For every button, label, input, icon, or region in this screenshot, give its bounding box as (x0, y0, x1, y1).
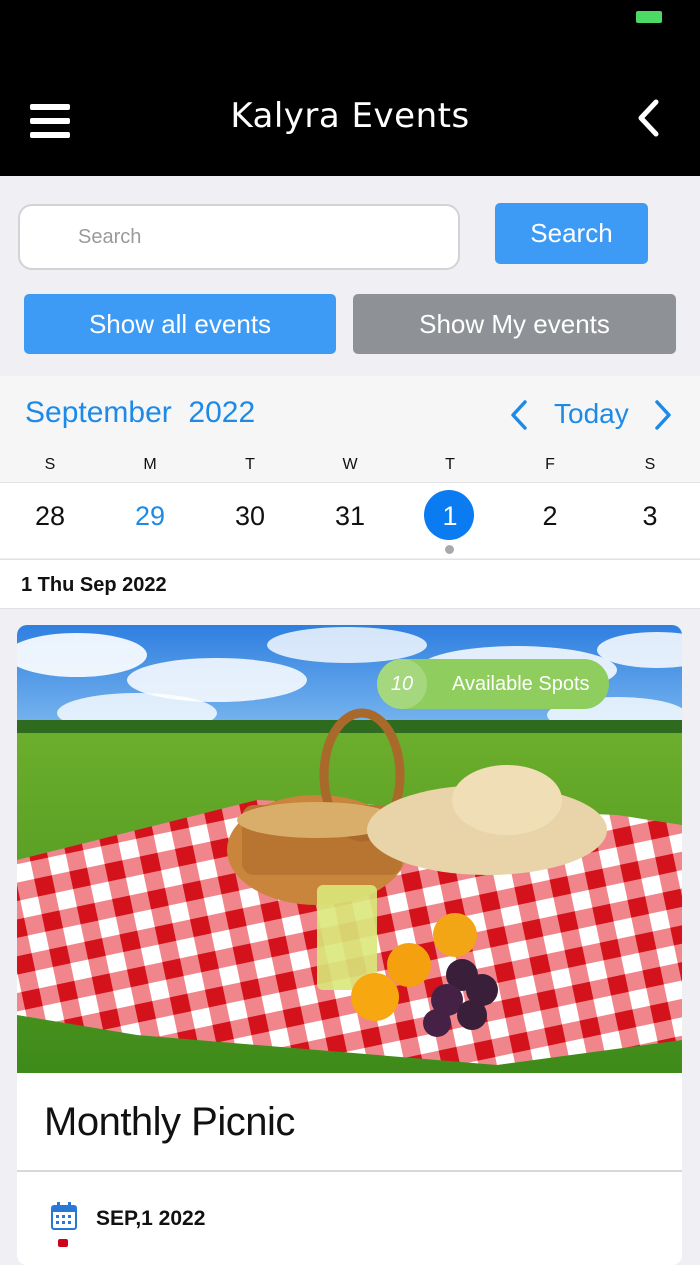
weekday-label: T (445, 456, 455, 473)
show-all-events-button[interactable]: Show all events (24, 294, 336, 354)
calendar-header: September 2022 Today S M T W T F S (0, 376, 700, 482)
calendar-day[interactable]: 31 (300, 483, 400, 559)
battery-icon (636, 11, 662, 23)
weekday-label: W (342, 456, 358, 473)
weekday-label: M (143, 456, 157, 473)
chevron-right-icon (655, 400, 671, 430)
weekday-label: S (44, 456, 56, 473)
back-button[interactable] (630, 96, 670, 140)
spots-label: Available Spots (452, 673, 590, 695)
event-indicator-dot (445, 545, 454, 554)
calendar-icon (51, 1202, 77, 1230)
search-input[interactable] (18, 204, 460, 270)
event-title: Monthly Picnic (44, 1100, 295, 1144)
calendar-month-label: September 2022 (25, 396, 256, 429)
weekday-label: T (245, 456, 255, 473)
show-my-events-button[interactable]: Show My events (353, 294, 676, 354)
calendar-day[interactable]: 28 (0, 483, 100, 559)
weekday-label: S (644, 456, 656, 473)
chevron-left-icon (511, 400, 527, 430)
calendar-day-selected[interactable]: 1 (400, 483, 500, 559)
event-card[interactable]: 10 Available Spots Monthly Picnic SEP,1 … (17, 625, 682, 1265)
selected-date-label: 1 Thu Sep 2022 (21, 574, 167, 596)
event-date: SEP,1 2022 (96, 1207, 206, 1230)
available-spots-badge: 10 Available Spots (377, 659, 609, 709)
today-button[interactable]: Today (554, 398, 629, 430)
page-title: Kalyra Events (230, 96, 470, 136)
calendar-week-row: 28 29 30 31 1 2 3 (0, 482, 700, 558)
search-button[interactable]: Search (495, 203, 648, 264)
spots-count: 10 (377, 659, 427, 709)
calendar-day[interactable]: 2 (500, 483, 600, 559)
weekday-label: F (545, 456, 555, 473)
chevron-left-icon (638, 99, 659, 137)
weekday-row: S M T W T F S (0, 456, 700, 478)
calendar-day[interactable]: 30 (200, 483, 300, 559)
calendar-day[interactable]: 3 (600, 483, 700, 559)
calendar-day-today[interactable]: 29 (100, 483, 200, 559)
map-pin-icon (58, 1239, 68, 1247)
app-header: Kalyra Events (0, 0, 700, 176)
calendar-prev-button[interactable] (506, 398, 532, 432)
selected-date-bar: 1 Thu Sep 2022 (0, 559, 700, 609)
calendar-next-button[interactable] (650, 398, 676, 432)
divider (17, 1170, 682, 1172)
